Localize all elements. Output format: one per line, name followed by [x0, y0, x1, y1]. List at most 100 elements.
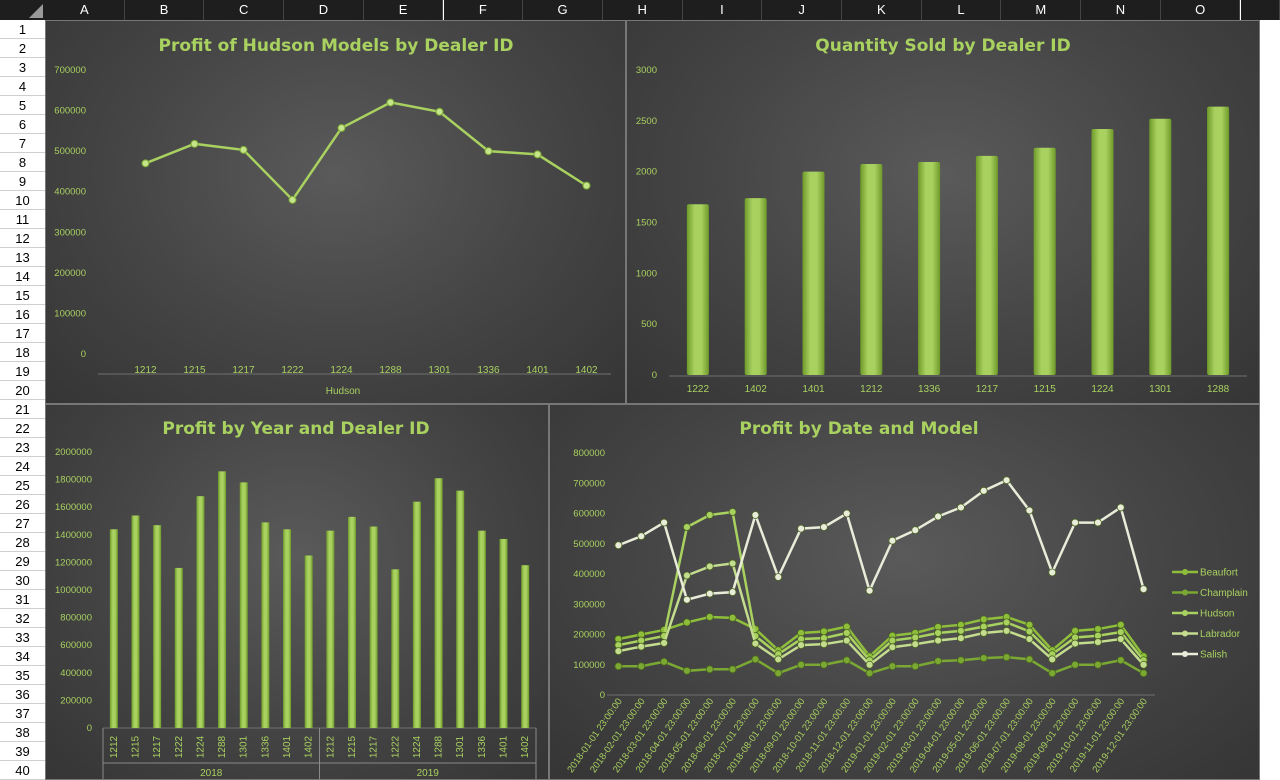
row-header-9[interactable]: 9 — [0, 172, 45, 191]
chart-title: Profit of Hudson Models by Dealer ID — [158, 36, 513, 56]
x-tick-label: 1301 — [1149, 384, 1172, 395]
row-header-24[interactable]: 24 — [0, 457, 45, 476]
column-header-C[interactable]: C — [204, 0, 285, 20]
legend-entry: Labrador — [1200, 629, 1241, 640]
row-header-30[interactable]: 30 — [0, 571, 45, 590]
row-header-14[interactable]: 14 — [0, 267, 45, 286]
column-header-E[interactable]: E — [363, 0, 444, 20]
chart-year-dealer-marks: 2000000180000016000001400000120000010000… — [55, 447, 537, 779]
row-header-28[interactable]: 28 — [0, 533, 45, 552]
row-header-22[interactable]: 22 — [0, 419, 45, 438]
column-header-F[interactable]: F — [443, 0, 524, 20]
row-header-3[interactable]: 3 — [0, 58, 45, 77]
column-header-J[interactable]: J — [762, 0, 842, 20]
select-all-corner[interactable] — [0, 0, 46, 20]
row-header-20[interactable]: 20 — [0, 381, 45, 400]
row-header-4[interactable]: 4 — [0, 77, 45, 96]
data-point — [1071, 626, 1079, 635]
y-tick-label: 100000 — [54, 308, 86, 319]
chart-quantity-sold[interactable]: Quantity Sold by Dealer ID 3000 2500 2000 1… — [626, 20, 1260, 404]
row-header-34[interactable]: 34 — [0, 647, 45, 666]
row-header-39[interactable]: 39 — [0, 742, 45, 761]
column-header-G[interactable]: G — [523, 0, 603, 20]
data-point — [751, 511, 760, 519]
data-point — [957, 626, 965, 635]
row-header-6[interactable]: 6 — [0, 115, 45, 134]
data-point — [820, 660, 828, 669]
row-header-29[interactable]: 29 — [0, 552, 45, 571]
row-header-38[interactable]: 38 — [0, 723, 45, 742]
row-header-33[interactable]: 33 — [0, 628, 45, 647]
data-point — [239, 145, 248, 154]
row-header-32[interactable]: 32 — [0, 609, 45, 628]
row-header-1[interactable]: 1 — [0, 20, 45, 39]
row-header-36[interactable]: 36 — [0, 685, 45, 704]
y-tick-label: 600000 — [54, 106, 86, 117]
row-header-16[interactable]: 16 — [0, 305, 45, 324]
data-point — [1116, 635, 1125, 643]
chart-profit-date-model[interactable]: Profit by Date and Model 800000 700000 600… — [549, 404, 1260, 780]
column-header-K[interactable]: K — [842, 0, 922, 20]
data-point — [614, 662, 623, 671]
row-header-26[interactable]: 26 — [0, 495, 45, 514]
row-header-19[interactable]: 19 — [0, 362, 45, 381]
row-header-2[interactable]: 2 — [0, 39, 45, 58]
column-header-D[interactable]: D — [284, 0, 364, 20]
data-point — [911, 640, 920, 649]
data-point — [1139, 669, 1148, 678]
data-point — [660, 657, 668, 666]
row-header-35[interactable]: 35 — [0, 666, 45, 685]
y-tick-label: 1500 — [636, 218, 657, 229]
row-header-23[interactable]: 23 — [0, 438, 45, 457]
row-header-27[interactable]: 27 — [0, 514, 45, 533]
row-header-31[interactable]: 31 — [0, 590, 45, 609]
data-point — [533, 150, 542, 159]
data-point — [751, 639, 760, 648]
row-header-17[interactable]: 17 — [0, 324, 45, 343]
column-header-O[interactable]: O — [1160, 0, 1241, 20]
row-header-21[interactable]: 21 — [0, 400, 45, 419]
bar — [369, 526, 378, 728]
y-tick-label: 0 — [600, 690, 605, 701]
row-header-13[interactable]: 13 — [0, 248, 45, 267]
column-header-L[interactable]: L — [921, 0, 1002, 20]
legend-swatch-marker — [1182, 569, 1188, 575]
data-point — [728, 508, 737, 516]
row-header-12[interactable]: 12 — [0, 229, 45, 248]
data-point — [190, 139, 199, 148]
column-header-I[interactable]: I — [682, 0, 763, 20]
column-header-B[interactable]: B — [124, 0, 205, 20]
column-header-H[interactable]: H — [602, 0, 683, 20]
data-point — [1002, 653, 1011, 662]
chart-hudson-profit[interactable]: Profit of Hudson Models by Dealer ID Hud… — [45, 20, 626, 404]
x-tick-label: 1217 — [152, 735, 163, 758]
row-header-37[interactable]: 37 — [0, 704, 45, 723]
row-header-10[interactable]: 10 — [0, 191, 45, 210]
data-point — [1025, 635, 1034, 643]
chart-hudson-profit-svg: Profit of Hudson Models by Dealer ID Hud… — [54, 36, 611, 397]
row-header-40[interactable]: 40 — [0, 761, 45, 780]
column-header-A[interactable]: A — [45, 0, 125, 20]
y-tick-label: 1000 — [636, 268, 657, 279]
chart-date-model-marks: 800000 700000 600000 500000 400000 300000 2000… — [565, 448, 1248, 775]
row-header-8[interactable]: 8 — [0, 153, 45, 172]
x-tick-label: 1224 — [330, 365, 353, 376]
chart-profit-year-dealer[interactable]: Profit by Year and Dealer ID 2000000 1800… — [45, 404, 549, 780]
legend-entry: Champlain — [1200, 588, 1248, 599]
row-header-11[interactable]: 11 — [0, 210, 45, 229]
row-header-18[interactable]: 18 — [0, 343, 45, 362]
data-point — [751, 655, 760, 664]
bar — [521, 565, 530, 728]
row-header-25[interactable]: 25 — [0, 476, 45, 495]
row-header-15[interactable]: 15 — [0, 286, 45, 305]
x-tick-label: 1401 — [282, 735, 293, 758]
bar — [412, 501, 421, 728]
y-tick-label: 1200000 — [55, 557, 92, 568]
column-header-M[interactable]: M — [1001, 0, 1082, 20]
x-tick-label: 1288 — [217, 735, 228, 758]
row-header-5[interactable]: 5 — [0, 96, 45, 115]
row-header-7[interactable]: 7 — [0, 134, 45, 153]
y-tick-label: 500000 — [54, 146, 86, 157]
column-header-N[interactable]: N — [1081, 0, 1161, 20]
select-all-triangle-icon — [29, 4, 43, 18]
